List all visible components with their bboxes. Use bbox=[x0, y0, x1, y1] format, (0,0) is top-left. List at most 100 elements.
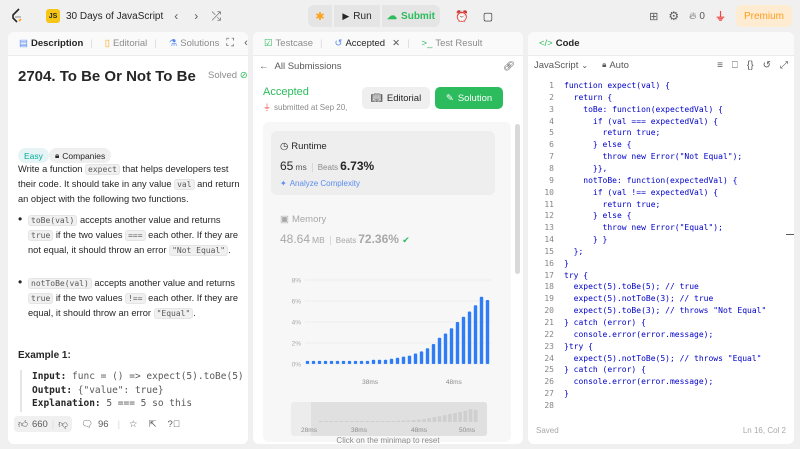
tab-code[interactable]: </> Code bbox=[534, 32, 585, 56]
histogram-bar[interactable] bbox=[461, 316, 466, 364]
histogram-bar[interactable] bbox=[359, 360, 364, 364]
example-title: Example 1: bbox=[18, 350, 71, 361]
shuffle-icon[interactable]: ⤮ bbox=[209, 9, 223, 24]
avatar[interactable]: ⏚ bbox=[715, 8, 726, 24]
all-submissions-link[interactable]: All Submissions bbox=[275, 61, 342, 72]
submitted-at: submitted at Sep 20, bbox=[274, 103, 348, 112]
histogram-bar[interactable] bbox=[485, 299, 490, 364]
histogram-bar[interactable] bbox=[311, 360, 316, 364]
histogram-bar[interactable] bbox=[419, 351, 424, 364]
histogram-bar[interactable] bbox=[449, 328, 454, 364]
submitted-info: ⏚ submitted at Sep 20, bbox=[263, 102, 347, 113]
maximize-icon[interactable]: ⛶ bbox=[226, 37, 234, 50]
histogram-bar[interactable] bbox=[467, 311, 472, 365]
book-icon: 📖︎ bbox=[370, 92, 383, 104]
memory-label[interactable]: ▣ Memory bbox=[280, 214, 326, 225]
auto-mode-toggle[interactable]: 🔒︎ Auto bbox=[602, 60, 629, 71]
tab-testcase[interactable]: ☑ Testcase | bbox=[259, 32, 328, 56]
tab-solutions[interactable]: ⚗ Solutions bbox=[164, 32, 225, 56]
y-tick-label: 4% bbox=[292, 320, 302, 327]
line-number: 15 bbox=[544, 246, 554, 256]
histogram-bar[interactable] bbox=[317, 360, 322, 364]
settings-gear-icon[interactable]: ⚙ bbox=[668, 9, 679, 23]
fullscreen-icon[interactable]: ⤢ bbox=[780, 60, 788, 71]
minimap-bar bbox=[391, 421, 395, 422]
tab-editorial[interactable]: ▯ Editorial | bbox=[100, 32, 162, 56]
companies-button[interactable]: 🔒︎ Companies bbox=[49, 148, 112, 163]
notes-button[interactable]: ▢ bbox=[476, 5, 500, 27]
next-problem-icon[interactable]: › bbox=[189, 9, 203, 23]
collapse-icon[interactable]: ‹ bbox=[244, 37, 248, 50]
histogram-bar[interactable] bbox=[437, 337, 442, 364]
line-number: 21 bbox=[544, 318, 554, 327]
histogram-bar[interactable] bbox=[389, 358, 394, 364]
tab-test-result[interactable]: >_ Test Result bbox=[417, 32, 488, 56]
histogram-bar[interactable] bbox=[365, 360, 370, 364]
comment-icon[interactable]: 🗨︎ bbox=[81, 419, 93, 430]
run-button[interactable]: ▶ Run bbox=[334, 5, 380, 27]
thumbs-up-icon[interactable]: 👍︎ bbox=[18, 418, 28, 430]
runtime-distribution-chart[interactable]: 8% 6% 4% 2% 0% 38ms 48ms bbox=[263, 272, 511, 402]
histogram-bar[interactable] bbox=[425, 348, 430, 364]
prev-problem-icon[interactable]: ‹ bbox=[169, 9, 183, 23]
histogram-bar[interactable] bbox=[371, 359, 376, 364]
bookmark-icon[interactable]: ⎕ bbox=[732, 60, 738, 71]
histogram-bar[interactable] bbox=[341, 360, 346, 364]
histogram-bar[interactable] bbox=[479, 296, 484, 364]
terminal-icon: >_ bbox=[421, 38, 433, 49]
format-icon[interactable]: ≡ bbox=[717, 60, 723, 71]
close-tab-icon[interactable]: ✕ bbox=[392, 38, 400, 49]
solution-button[interactable]: ✎ Solution bbox=[435, 87, 503, 109]
debug-button[interactable]: ✱ bbox=[308, 5, 332, 27]
link-icon[interactable]: 🔗︎ bbox=[503, 61, 515, 72]
tab-accepted[interactable]: ↺ Accepted ✕ | bbox=[330, 32, 415, 56]
share-icon[interactable]: ⇱ bbox=[149, 419, 157, 430]
timer-button[interactable]: ⏰ bbox=[450, 5, 474, 27]
histogram-bar[interactable] bbox=[347, 360, 352, 364]
back-arrow-icon[interactable]: ← bbox=[259, 61, 269, 72]
star-icon[interactable]: ☆ bbox=[129, 419, 138, 430]
tab-description[interactable]: ▤ Description | bbox=[14, 32, 98, 56]
runtime-box[interactable]: ◷ Runtime 65 ms Beats 6.73% ✦ Analyze Compl… bbox=[271, 131, 495, 195]
histogram-bar[interactable] bbox=[413, 353, 418, 365]
help-icon[interactable]: ?⃝ bbox=[168, 419, 180, 430]
code-editor[interactable]: 1 function expect(val) {2 return {3 toBe:… bbox=[528, 80, 794, 420]
chart-minimap[interactable]: 28ms 38ms 48ms 50ms bbox=[291, 402, 487, 436]
histogram-bar[interactable] bbox=[305, 360, 310, 364]
analyze-complexity-link[interactable]: ✦ Analyze Complexity bbox=[280, 179, 360, 188]
resize-handle[interactable] bbox=[786, 234, 794, 235]
code-line: 18 expect(5).toBe(5); // true bbox=[528, 281, 794, 293]
histogram-bar[interactable] bbox=[407, 355, 412, 364]
histogram-bar[interactable] bbox=[323, 360, 328, 364]
panel-scrollbar[interactable] bbox=[515, 124, 520, 274]
braces-icon[interactable]: {} bbox=[747, 60, 754, 71]
thumbs-down-icon[interactable]: 👎︎ bbox=[58, 418, 68, 430]
chevron-down-icon: ⌄ bbox=[581, 60, 589, 70]
streak-counter[interactable]: 🔥︎ 0 bbox=[689, 11, 705, 22]
code-line: 19 expect(5).notToBe(3); // true bbox=[528, 293, 794, 305]
right-tab-bar: </> Code bbox=[528, 32, 794, 56]
line-number: 16 bbox=[544, 258, 554, 268]
minimap-bar bbox=[339, 421, 344, 422]
histogram-bar[interactable] bbox=[329, 360, 334, 364]
premium-button[interactable]: Premium bbox=[735, 5, 792, 27]
histogram-bar[interactable] bbox=[455, 322, 460, 364]
layout-grid-icon[interactable]: ⊞ bbox=[649, 10, 658, 23]
histogram-bar[interactable] bbox=[473, 305, 478, 364]
submit-button[interactable]: ☁ Submit bbox=[382, 5, 440, 27]
course-title[interactable]: 30 Days of JavaScript bbox=[66, 11, 163, 22]
histogram-bar[interactable] bbox=[353, 360, 358, 364]
histogram-bar[interactable] bbox=[401, 356, 406, 364]
code-line: 4 if (val === expectedVal) { bbox=[528, 116, 794, 128]
language-select[interactable]: JavaScript ⌄ bbox=[534, 60, 588, 71]
reset-icon[interactable]: ↺ bbox=[763, 60, 771, 71]
editorial-button[interactable]: 📖︎ Editorial bbox=[362, 87, 430, 109]
histogram-bar[interactable] bbox=[443, 333, 448, 364]
histogram-bar[interactable] bbox=[383, 359, 388, 364]
leetcode-logo-icon[interactable] bbox=[8, 7, 26, 25]
histogram-bar[interactable] bbox=[377, 359, 382, 364]
companies-label: Companies bbox=[62, 150, 106, 161]
histogram-bar[interactable] bbox=[395, 357, 400, 364]
histogram-bar[interactable] bbox=[431, 344, 436, 364]
histogram-bar[interactable] bbox=[335, 360, 340, 364]
